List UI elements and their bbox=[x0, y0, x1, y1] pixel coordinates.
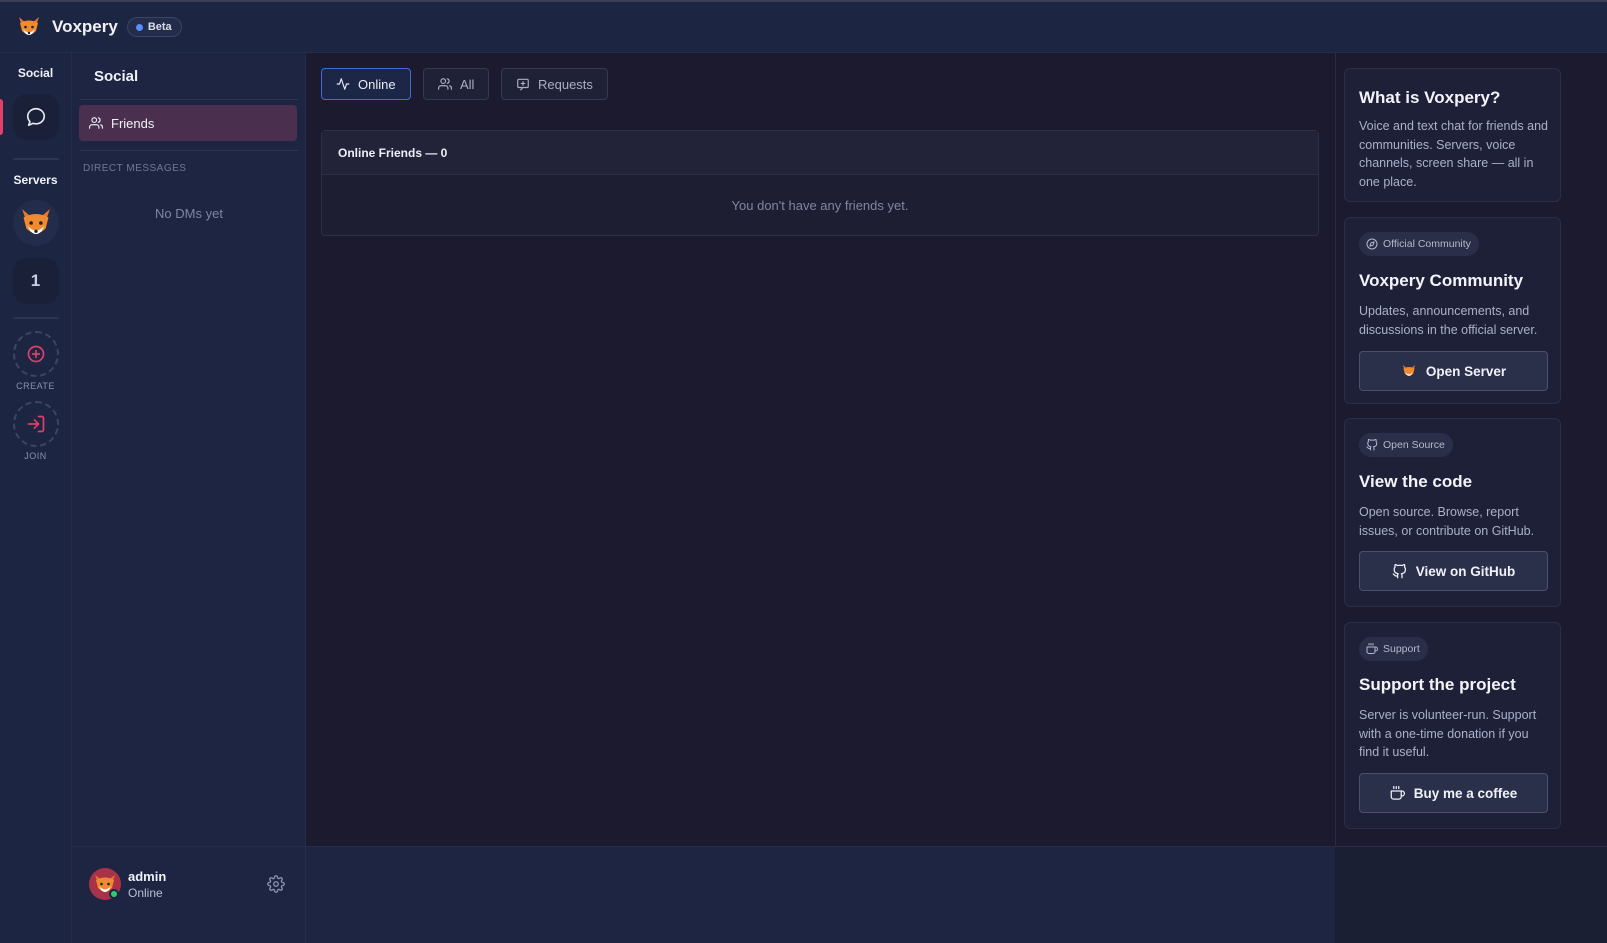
gear-icon[interactable] bbox=[267, 875, 285, 893]
join-server-button[interactable] bbox=[12, 401, 59, 447]
rail-separator bbox=[12, 317, 59, 319]
opensource-chip: Open Source bbox=[1359, 433, 1453, 457]
community-card: Official Community Voxpery Community Upd… bbox=[1344, 217, 1561, 404]
compass-icon bbox=[1366, 238, 1378, 250]
tab-all-label: All bbox=[460, 76, 475, 92]
server-voxpery-button[interactable] bbox=[12, 200, 59, 246]
rail-social-heading: Social bbox=[17, 66, 54, 80]
coffee-icon bbox=[1390, 785, 1405, 801]
buy-coffee-button[interactable]: Buy me a coffee bbox=[1359, 773, 1548, 813]
social-sidebar: Social Friends DIRECT MESSAGES No DMs ye… bbox=[72, 53, 306, 846]
active-indicator bbox=[0, 99, 3, 135]
support-chip-label: Support bbox=[1383, 643, 1420, 655]
create-label: CREATE bbox=[16, 381, 55, 391]
about-title: What is Voxpery? bbox=[1359, 88, 1501, 107]
rail-separator bbox=[12, 158, 59, 160]
users-icon bbox=[438, 77, 452, 91]
opensource-card: Open Source View the code Open source. B… bbox=[1344, 418, 1561, 607]
user-panel: admin Online bbox=[72, 846, 306, 943]
log-in-icon bbox=[26, 414, 46, 434]
about-text: Voice and text chat for friends and comm… bbox=[1359, 119, 1549, 189]
main-content: Online All Requests Online Friends — 0 Y… bbox=[306, 53, 1335, 846]
github-icon bbox=[1392, 563, 1407, 579]
opensource-text: Open source. Browse, report issues, or c… bbox=[1359, 505, 1535, 538]
online-status-dot bbox=[109, 889, 119, 899]
activity-icon bbox=[336, 77, 350, 91]
view-github-label: View on GitHub bbox=[1415, 563, 1516, 579]
community-chip-label: Official Community bbox=[1383, 238, 1471, 250]
create-server-button[interactable] bbox=[12, 331, 59, 377]
opensource-title: View the code bbox=[1359, 472, 1473, 491]
join-label: JOIN bbox=[24, 451, 47, 461]
message-plus-icon bbox=[516, 77, 530, 91]
support-chip: Support bbox=[1359, 637, 1428, 661]
beta-badge: Beta bbox=[126, 17, 182, 37]
open-server-button[interactable]: Open Server bbox=[1359, 351, 1548, 391]
online-friends-heading: Online Friends — 0 bbox=[322, 131, 1318, 175]
coffee-icon bbox=[1366, 643, 1378, 655]
online-friends-panel: Online Friends — 0 You don't have any fr… bbox=[321, 130, 1319, 236]
community-title: Voxpery Community bbox=[1359, 271, 1524, 290]
view-github-button[interactable]: View on GitHub bbox=[1359, 551, 1548, 591]
direct-messages-heading: DIRECT MESSAGES bbox=[83, 163, 187, 174]
opensource-chip-label: Open Source bbox=[1383, 439, 1445, 451]
social-title: Social bbox=[94, 68, 139, 85]
tab-all[interactable]: All bbox=[423, 68, 490, 100]
tab-online-label: Online bbox=[358, 76, 396, 92]
support-title: Support the project bbox=[1359, 675, 1516, 694]
user-name: admin bbox=[128, 869, 167, 884]
no-dms-text: No DMs yet bbox=[155, 206, 223, 221]
github-icon bbox=[1366, 439, 1378, 451]
beta-dot-icon bbox=[135, 23, 143, 31]
sidebar-item-friends[interactable]: Friends bbox=[79, 105, 297, 141]
support-text: Server is volunteer-run. Support with a … bbox=[1359, 708, 1537, 759]
tab-requests-label: Requests bbox=[538, 76, 593, 92]
social-chat-button[interactable] bbox=[0, 94, 59, 140]
main-bottom-bar bbox=[306, 846, 1335, 943]
tab-online[interactable]: Online bbox=[321, 68, 411, 100]
buy-coffee-label: Buy me a coffee bbox=[1413, 785, 1518, 801]
fox-icon bbox=[1401, 363, 1417, 379]
divider bbox=[80, 99, 298, 100]
fox-logo-icon bbox=[16, 14, 42, 40]
beta-label: Beta bbox=[147, 21, 172, 33]
users-icon bbox=[89, 116, 103, 130]
empty-friends-text: You don't have any friends yet. bbox=[731, 198, 909, 213]
about-card: What is Voxpery? Voice and text chat for… bbox=[1344, 68, 1561, 202]
friends-label: Friends bbox=[111, 115, 155, 131]
top-bar: Voxpery Beta bbox=[0, 0, 1607, 53]
support-card: Support Support the project Server is vo… bbox=[1344, 622, 1561, 829]
info-sidebar: What is Voxpery? Voice and text chat for… bbox=[1335, 53, 1607, 943]
divider bbox=[80, 150, 298, 151]
community-text: Updates, announcements, and discussions … bbox=[1359, 304, 1538, 337]
server-1-button[interactable]: 1 bbox=[12, 258, 59, 304]
brand-name: Voxpery bbox=[52, 17, 118, 36]
user-status: Online bbox=[128, 886, 163, 900]
server-number: 1 bbox=[30, 271, 41, 290]
fox-server-icon bbox=[18, 205, 54, 241]
chat-bubble-icon bbox=[25, 106, 47, 128]
server-rail: Social Servers 1 CREATE JOIN bbox=[0, 53, 72, 943]
right-bottom-bar bbox=[1335, 846, 1607, 943]
rail-servers-heading: Servers bbox=[13, 173, 58, 187]
plus-circle-icon bbox=[26, 344, 46, 364]
tab-requests[interactable]: Requests bbox=[501, 68, 608, 100]
open-server-label: Open Server bbox=[1425, 363, 1507, 379]
community-chip: Official Community bbox=[1359, 232, 1479, 256]
